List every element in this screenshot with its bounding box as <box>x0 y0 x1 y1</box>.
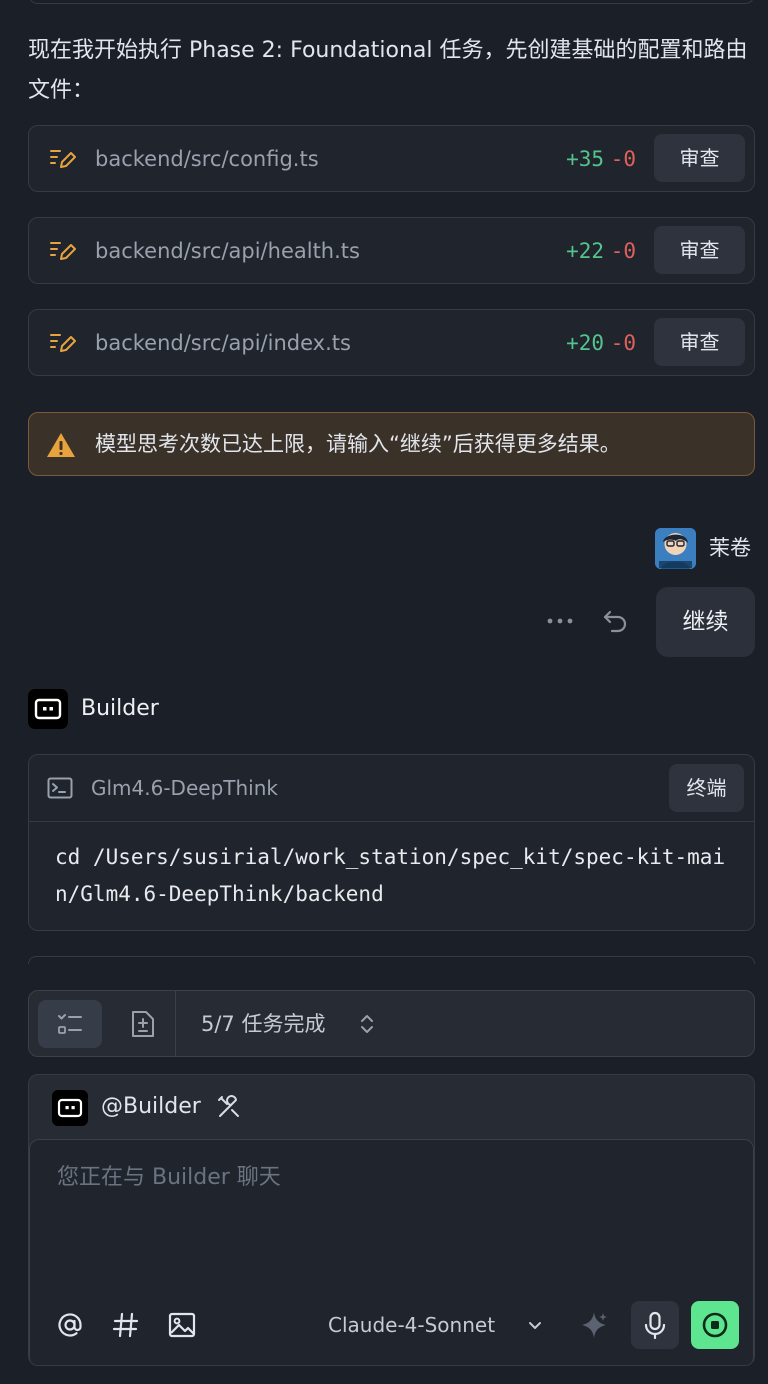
lines-added: +22 <box>566 239 604 263</box>
hashtag-icon[interactable] <box>110 1309 142 1341</box>
file-name: backend/src/api/index.ts <box>95 331 351 355</box>
file-change-card[interactable]: backend/src/api/health.ts +22 -0 审查 <box>28 217 755 284</box>
task-list-tab[interactable] <box>38 1000 102 1048</box>
terminal-title: Glm4.6-DeepThink <box>91 776 278 800</box>
warning-text: 模型思考次数已达上限，请输入“继续”后获得更多结果。 <box>95 432 621 456</box>
task-progress-label: 5/7 任务完成 <box>201 1012 326 1036</box>
at-mention-icon[interactable] <box>54 1309 86 1341</box>
divider <box>175 991 176 1057</box>
chat-composer: @Builder Claude-4-Sonnet <box>28 1074 755 1366</box>
voice-input-button[interactable] <box>631 1301 679 1349</box>
more-options-icon[interactable] <box>544 605 576 637</box>
warning-banner: 模型思考次数已达上限，请输入“继续”后获得更多结果。 <box>28 412 755 476</box>
terminal-icon <box>47 777 73 799</box>
image-upload-icon[interactable] <box>166 1309 198 1341</box>
task-progress-bar[interactable]: 5/7 任务完成 <box>28 990 755 1057</box>
builder-logo-icon <box>28 689 68 729</box>
checklist-icon <box>58 1014 82 1034</box>
bot-name: Builder <box>81 696 159 721</box>
stop-icon <box>702 1312 728 1338</box>
file-name: backend/src/config.ts <box>95 147 319 171</box>
file-change-card[interactable]: backend/src/config.ts +35 -0 审查 <box>28 125 755 192</box>
edit-file-icon <box>50 150 76 168</box>
chevron-down-icon[interactable] <box>527 1317 543 1333</box>
builder-icon <box>57 1098 83 1118</box>
previous-card-edge <box>28 0 755 4</box>
edit-file-icon <box>50 242 76 260</box>
tools-icon[interactable] <box>216 1094 242 1120</box>
lines-removed: -0 <box>610 331 636 355</box>
terminal-card: Glm4.6-DeepThink 终端 cd /Users/susirial/w… <box>28 754 755 931</box>
edit-file-icon <box>50 334 76 352</box>
undo-icon[interactable] <box>600 604 632 636</box>
next-card-edge <box>28 956 755 964</box>
sparkle-icon[interactable] <box>578 1309 610 1341</box>
terminal-command: cd /Users/susirial/work_station/spec_kit… <box>55 845 726 906</box>
user-name: 茉卷 <box>709 536 751 560</box>
user-avatar[interactable] <box>655 528 696 569</box>
diff-doc-tab[interactable] <box>111 1000 175 1048</box>
user-message-bubble: 继续 <box>656 587 755 657</box>
warning-icon <box>47 433 75 457</box>
expand-chevron-icon[interactable] <box>359 1013 375 1035</box>
composer-header: @Builder <box>29 1075 754 1139</box>
agent-mention[interactable]: @Builder <box>101 1092 201 1122</box>
builder-icon <box>34 698 62 720</box>
review-button[interactable]: 审查 <box>654 134 745 182</box>
message-input-area[interactable]: Claude-4-Sonnet <box>29 1139 754 1365</box>
file-change-card[interactable]: backend/src/api/index.ts +20 -0 审查 <box>28 309 755 376</box>
lines-added: +20 <box>566 331 604 355</box>
lines-removed: -0 <box>610 239 636 263</box>
open-terminal-button[interactable]: 终端 <box>669 764 744 812</box>
model-selector[interactable]: Claude-4-Sonnet <box>328 1310 495 1340</box>
microphone-icon <box>644 1311 666 1340</box>
assistant-intro-text: 现在我开始执行 Phase 2: Foundational 任务，先创建基础的配… <box>28 38 748 103</box>
stop-generation-button[interactable] <box>691 1301 739 1349</box>
document-diff-icon <box>132 1011 154 1037</box>
avatar-illustration <box>655 528 696 569</box>
review-button[interactable]: 审查 <box>654 226 745 274</box>
review-button[interactable]: 审查 <box>654 318 745 366</box>
terminal-header: Glm4.6-DeepThink 终端 <box>29 755 754 822</box>
message-input[interactable] <box>55 1164 719 1191</box>
lines-added: +35 <box>566 147 604 171</box>
builder-logo-icon <box>52 1090 88 1126</box>
file-name: backend/src/api/health.ts <box>95 239 360 263</box>
lines-removed: -0 <box>610 147 636 171</box>
